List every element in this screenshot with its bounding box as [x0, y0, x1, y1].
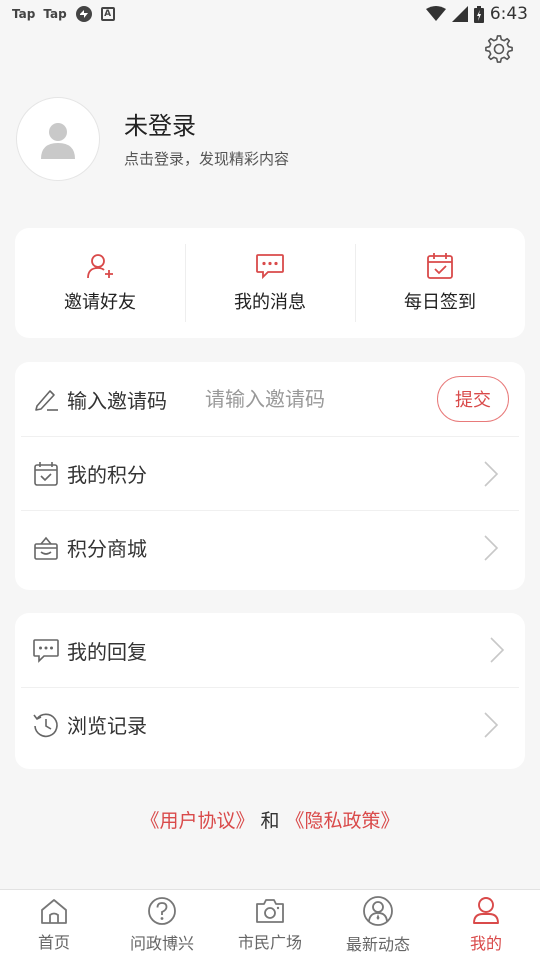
taptap-icon: Tap [43, 7, 67, 21]
chevron-right-icon [484, 711, 499, 738]
nav-news-label: 最新动态 [345, 935, 410, 954]
status-right: 6:43 [425, 4, 528, 24]
nav-home[interactable]: 首页 [0, 890, 108, 960]
submit-button[interactable]: 提交 [437, 376, 509, 422]
nav-plaza[interactable]: 市民广场 [216, 890, 324, 960]
menu-item-my-replies[interactable]: 我的回复 [15, 613, 525, 687]
profile-text: 未登录 点击登录，发现精彩内容 [124, 110, 289, 169]
invite-friends-button[interactable]: 邀请好友 [15, 228, 185, 338]
quick-actions-card: 邀请好友 我的消息 每日签到 [15, 228, 525, 338]
invite-code-row: 输入邀请码 提交 [15, 362, 525, 436]
nav-news[interactable]: 最新动态 [324, 890, 432, 960]
message-icon [256, 254, 284, 280]
history-clock-icon [31, 710, 61, 740]
invite-friend-icon [87, 254, 113, 279]
menu-item-my-points[interactable]: 我的积分 [21, 436, 519, 510]
reply-bubble-icon [31, 635, 61, 665]
chevron-right-icon [484, 460, 499, 487]
home-icon [41, 899, 67, 924]
menu-card-points: 输入邀请码 提交 我的积分 积分商城 [15, 362, 525, 590]
login-status: 未登录 [124, 111, 196, 140]
nav-home-label: 首页 [37, 933, 70, 952]
chevron-right-icon [490, 637, 505, 663]
user-icon [473, 897, 499, 924]
my-messages-button[interactable]: 我的消息 [185, 228, 355, 338]
avatar[interactable] [16, 97, 100, 181]
gift-box-icon [31, 533, 61, 563]
sync-icon [75, 6, 92, 22]
invite-friends-label: 邀请好友 [64, 292, 136, 313]
daily-checkin-label: 每日签到 [404, 292, 476, 313]
my-messages-label: 我的消息 [234, 292, 306, 313]
calendar-points-icon [31, 459, 61, 489]
status-bar: Tap Tap A 6:43 [0, 0, 540, 28]
user-agreement-link[interactable]: 《用户协议》 [140, 810, 254, 832]
pencil-icon [31, 384, 61, 414]
my-replies-label: 我的回复 [67, 639, 147, 664]
wifi-icon [425, 6, 446, 21]
nav-mine[interactable]: 我的 [432, 890, 540, 960]
settings-button[interactable] [484, 34, 514, 64]
menu-card-activity: 我的回复 浏览记录 [15, 613, 525, 769]
nav-questions-label: 问政博兴 [129, 934, 194, 953]
invite-code-input[interactable] [205, 387, 385, 411]
battery-icon [473, 5, 484, 23]
menu-item-browsing-history[interactable]: 浏览记录 [21, 687, 519, 761]
menu-item-points-mall[interactable]: 积分商城 [21, 510, 519, 584]
status-time: 6:43 [489, 4, 528, 24]
signal-icon [451, 6, 468, 22]
default-avatar-icon [41, 123, 75, 159]
profile-header[interactable]: 未登录 点击登录，发现精彩内容 [16, 96, 524, 182]
my-points-label: 我的积分 [67, 463, 147, 487]
nav-mine-label: 我的 [469, 934, 502, 953]
calendar-check-icon [427, 253, 453, 279]
taptap-icon: Tap [12, 7, 36, 21]
gear-icon [485, 35, 513, 63]
points-mall-label: 积分商城 [67, 537, 147, 561]
status-left: Tap Tap A [12, 5, 115, 23]
invite-code-label: 输入邀请码 [67, 388, 167, 413]
bottom-nav: 首页 问政博兴 市民广场 最新动态 我的 [0, 889, 540, 960]
agreement-links: 《用户协议》和《隐私政策》 [0, 806, 540, 833]
nav-questions[interactable]: 问政博兴 [108, 890, 216, 960]
privacy-policy-link[interactable]: 《隐私政策》 [286, 810, 400, 832]
news-person-icon [363, 896, 393, 926]
agreement-and: 和 [260, 810, 280, 832]
nav-plaza-label: 市民广场 [237, 933, 302, 952]
question-icon [148, 897, 176, 925]
a-notification-icon: A [100, 7, 115, 21]
chevron-right-icon [484, 534, 499, 561]
daily-checkin-button[interactable]: 每日签到 [355, 228, 525, 338]
login-prompt: 点击登录，发现精彩内容 [124, 149, 290, 168]
browsing-history-label: 浏览记录 [67, 714, 147, 738]
camera-icon [256, 899, 284, 923]
